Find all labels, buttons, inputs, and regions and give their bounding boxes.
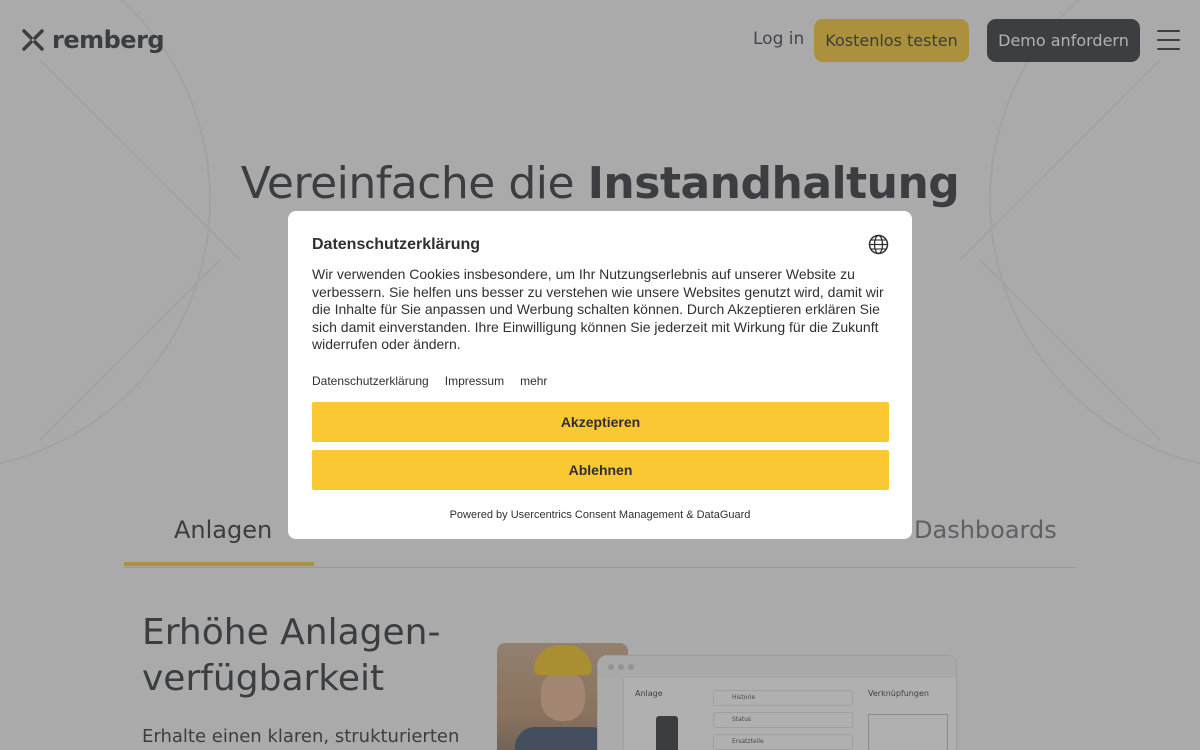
consent-title: Datenschutzerklärung — [312, 236, 481, 253]
imprint-link[interactable]: Impressum — [445, 374, 504, 388]
decline-button[interactable]: Ablehnen — [312, 450, 889, 490]
powered-by-text: Powered by Usercentrics Consent Manageme… — [449, 509, 751, 521]
consent-body: Wir verwenden Cookies insbesondere, um I… — [312, 266, 884, 352]
more-link[interactable]: mehr — [520, 374, 547, 388]
accept-button[interactable]: Akzeptieren — [312, 402, 889, 442]
globe-icon[interactable] — [868, 234, 889, 255]
privacy-policy-link[interactable]: Datenschutzerklärung — [312, 374, 429, 388]
consent-dialog: Datenschutzerklärung Wir verwenden Cooki… — [288, 211, 912, 539]
consent-links: Datenschutzerklärung Impressum mehr — [312, 374, 547, 388]
